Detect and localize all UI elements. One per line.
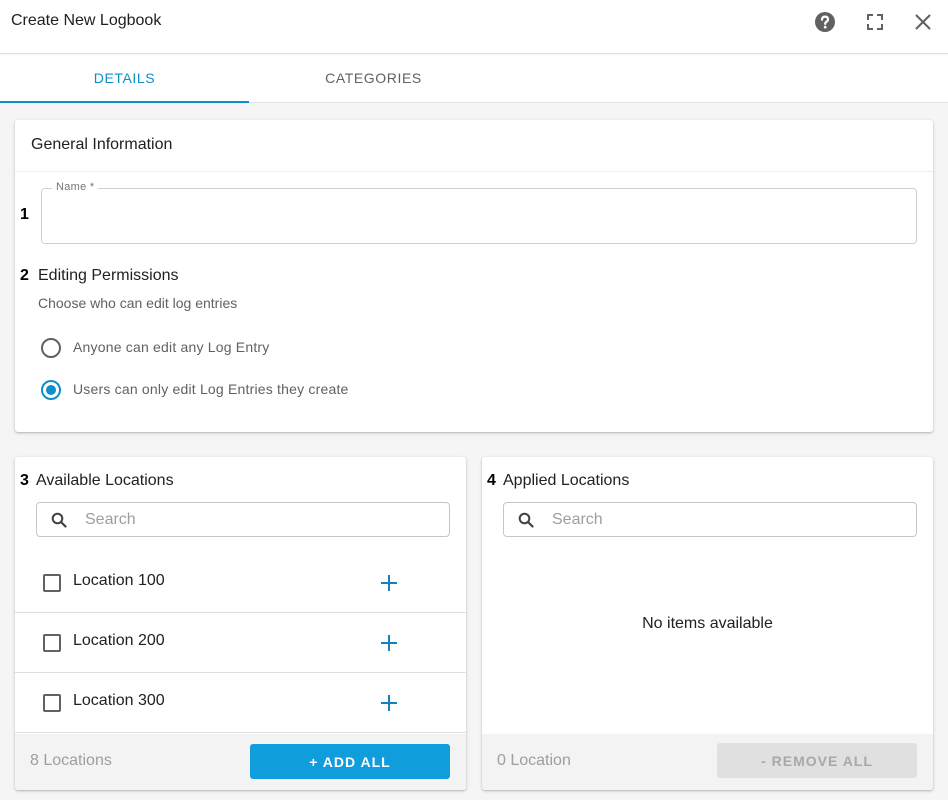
applied-count: 0 Location — [497, 752, 571, 769]
search-icon — [518, 512, 534, 528]
add-all-button[interactable]: + ADD ALL — [250, 744, 450, 779]
general-information-card: General Information 1 Name * 2 Editing P… — [15, 120, 933, 432]
list-item: Location 100 — [15, 553, 466, 613]
card-title: General Information — [31, 136, 173, 153]
name-label: Name * — [52, 181, 99, 193]
list-item: Location 300 — [15, 673, 466, 733]
empty-state-text: No items available — [642, 615, 773, 632]
applied-footer: 0 Location - REMOVE ALL — [482, 734, 933, 790]
help-icon[interactable] — [814, 11, 836, 33]
search-icon — [51, 512, 67, 528]
name-input[interactable] — [54, 203, 904, 231]
available-count: 8 Locations — [30, 752, 112, 769]
tab-bar: DETAILS CATEGORIES — [0, 55, 948, 103]
applied-locations-card: 4 Applied Locations No items available 0… — [482, 457, 933, 790]
location-checkbox[interactable] — [43, 574, 61, 592]
applied-locations-title: Applied Locations — [503, 472, 630, 489]
fullscreen-icon[interactable] — [864, 11, 886, 33]
permissions-title: Editing Permissions — [38, 267, 179, 284]
available-locations-card: 3 Available Locations Location 100 Locat… — [15, 457, 466, 790]
radio-label: Anyone can edit any Log Entry — [73, 339, 270, 355]
location-checkbox[interactable] — [43, 634, 61, 652]
plus-icon[interactable] — [378, 633, 400, 655]
plus-icon[interactable] — [378, 573, 400, 595]
available-search[interactable] — [36, 502, 450, 537]
dialog-header: Create New Logbook — [0, 0, 948, 54]
close-icon[interactable] — [912, 11, 934, 33]
location-label: Location 100 — [73, 572, 165, 589]
step-number: 2 — [20, 267, 29, 284]
step-number: 3 — [20, 472, 29, 489]
remove-all-button[interactable]: - REMOVE ALL — [717, 743, 917, 778]
step-number: 1 — [20, 206, 29, 223]
radio-button[interactable] — [41, 338, 61, 358]
plus-icon[interactable] — [378, 693, 400, 715]
applied-search-input[interactable] — [552, 509, 902, 531]
available-footer: 8 Locations + ADD ALL — [15, 734, 466, 790]
location-checkbox[interactable] — [43, 694, 61, 712]
location-label: Location 300 — [73, 692, 165, 709]
list-item: Location 200 — [15, 613, 466, 673]
radio-button[interactable] — [41, 380, 61, 400]
available-locations-title: Available Locations — [36, 472, 174, 489]
step-number: 4 — [487, 472, 496, 489]
location-label: Location 200 — [73, 632, 165, 649]
applied-search[interactable] — [503, 502, 917, 537]
tab-categories[interactable]: CATEGORIES — [249, 55, 498, 103]
name-field[interactable]: Name * — [41, 181, 917, 244]
tab-details[interactable]: DETAILS — [0, 55, 249, 103]
radio-label: Users can only edit Log Entries they cre… — [73, 381, 349, 397]
card-header: General Information — [15, 120, 933, 172]
available-search-input[interactable] — [85, 509, 435, 531]
permissions-subtitle: Choose who can edit log entries — [38, 295, 238, 311]
dialog-title: Create New Logbook — [11, 12, 162, 29]
